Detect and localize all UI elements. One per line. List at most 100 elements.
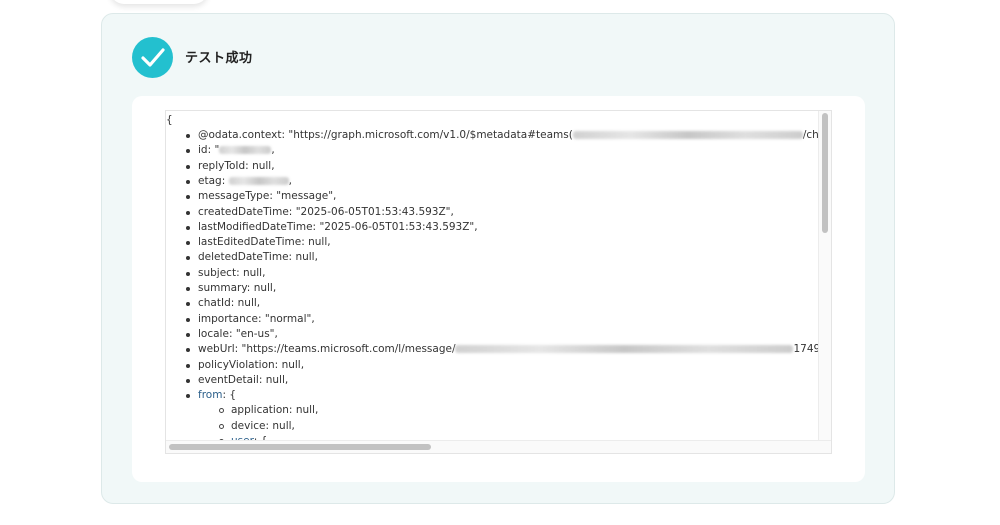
list-bullet xyxy=(186,134,190,138)
json-key: policyViolation xyxy=(198,358,275,371)
json-separator: : xyxy=(258,312,265,325)
json-line-locale: locale: "en-us", xyxy=(198,327,278,342)
list-bullet xyxy=(186,179,190,184)
json-line-lastmodifieddatetime: lastModifiedDateTime: "2025-06-05T01:53:… xyxy=(198,220,478,235)
json-value-tail: , xyxy=(288,174,292,187)
list-bullet xyxy=(186,378,190,383)
json-key: lastModifiedDateTime xyxy=(198,220,313,233)
json-line-createddatetime: createdDateTime: "2025-06-05T01:53:43.59… xyxy=(198,205,454,220)
json-value: null, xyxy=(295,251,318,264)
json-key: device xyxy=(231,419,266,432)
json-key: id xyxy=(198,144,208,157)
list-bullet xyxy=(186,256,190,261)
list-bullet xyxy=(186,164,190,169)
json-line-lastediteddatetime: lastEditedDateTime: null, xyxy=(198,235,331,250)
list-bullet xyxy=(186,149,190,154)
list-bullet xyxy=(186,241,190,246)
previous-step-tab xyxy=(110,0,208,4)
json-line-summary: summary: null, xyxy=(198,281,276,296)
json-key: importance xyxy=(198,312,258,325)
horizontal-scroll-thumb[interactable] xyxy=(169,444,431,450)
list-bullet xyxy=(186,195,190,200)
json-line-messagetype: messageType: "message", xyxy=(198,189,336,204)
json-value-tail: 17490 xyxy=(793,343,819,356)
json-line-eventdetail: eventDetail: null, xyxy=(198,373,288,388)
json-separator: : xyxy=(258,373,266,386)
vertical-scroll-thumb[interactable] xyxy=(822,113,828,233)
json-value: null, xyxy=(295,404,319,417)
json-key: webUrl xyxy=(198,343,235,356)
redacted-value xyxy=(219,146,272,155)
list-bullet xyxy=(186,348,190,353)
json-key: locale xyxy=(198,327,229,340)
json-key: summary xyxy=(198,282,247,294)
json-value-tail: , xyxy=(271,144,275,157)
redacted-value xyxy=(228,176,289,185)
json-value: null, xyxy=(308,236,331,249)
json-value: "normal", xyxy=(264,312,315,325)
json-line-importance: importance: "normal", xyxy=(198,312,315,327)
list-bullet xyxy=(186,287,190,291)
json-line-subject: subject: null, xyxy=(198,266,265,281)
json-value: null, xyxy=(242,266,266,279)
json-key: lastEditedDateTime xyxy=(198,236,302,249)
json-line-application: application: null, xyxy=(231,403,318,418)
list-bullet xyxy=(186,394,190,399)
list-bullet xyxy=(186,271,190,276)
json-line-policyviolation: policyViolation: null, xyxy=(198,358,304,373)
output-panel: { @odata.context: "https://graph.microso… xyxy=(132,96,865,482)
list-bullet xyxy=(186,332,190,337)
json-line-chatid: chatId: null, xyxy=(198,296,260,311)
json-line-etag: etag: , xyxy=(198,174,292,189)
list-bullet xyxy=(186,225,190,230)
json-separator: : xyxy=(288,404,296,417)
json-separator: : xyxy=(228,327,236,340)
horizontal-scrollbar[interactable] xyxy=(166,440,831,453)
json-separator: : xyxy=(230,297,238,310)
json-key: replyToId xyxy=(198,159,246,172)
json-key: application xyxy=(231,404,289,417)
json-separator: : xyxy=(246,282,254,294)
json-separator: : xyxy=(234,343,242,356)
list-bullet xyxy=(219,408,224,414)
check-icon xyxy=(132,37,173,78)
json-value: null, xyxy=(272,419,295,432)
json-separator: : xyxy=(288,205,296,218)
redacted-value xyxy=(572,131,803,139)
json-value-tail: /cha xyxy=(802,129,819,141)
json-key: createdDateTime xyxy=(198,205,289,218)
json-key: subject xyxy=(198,266,237,279)
json-line-from: from: { xyxy=(198,388,236,403)
json-line-weburl: webUrl: "https://teams.microsoft.com/l/m… xyxy=(198,342,819,357)
json-value: "message", xyxy=(276,190,337,203)
json-key[interactable]: from xyxy=(198,389,222,401)
list-bullet xyxy=(219,423,224,429)
json-value: null, xyxy=(237,297,261,310)
json-key: deletedDateTime xyxy=(198,251,289,264)
vertical-scrollbar[interactable] xyxy=(818,111,831,441)
json-separator: : xyxy=(274,358,282,371)
list-bullet xyxy=(186,363,190,368)
status-title: テスト成功 xyxy=(185,51,253,66)
json-value: "https://teams.microsoft.com/l/message/ xyxy=(241,343,456,356)
json-value: "2025-06-05T01:53:43.593Z", xyxy=(319,220,478,233)
json-value: { xyxy=(229,389,237,402)
json-value: null, xyxy=(281,358,305,371)
test-result-card: テスト成功 { @odata.context: "https://graph.m… xyxy=(101,13,895,504)
redacted-value xyxy=(455,345,794,354)
json-key: chatId xyxy=(198,297,231,310)
json-value: null, xyxy=(265,373,289,386)
json-value: null, xyxy=(252,159,275,172)
json-key: messageType xyxy=(198,190,270,203)
json-key: @odata.context xyxy=(198,129,282,141)
json-content: { @odata.context: "https://graph.microso… xyxy=(166,111,819,441)
json-value: "https://graph.microsoft.com/v1.0/$metad… xyxy=(288,129,573,141)
json-line-replytoid: replyToId: null, xyxy=(198,159,275,174)
list-bullet xyxy=(186,210,190,215)
list-bullet xyxy=(186,302,190,307)
json-key: eventDetail xyxy=(198,373,259,386)
list-bullet xyxy=(186,317,190,322)
json-viewer[interactable]: { @odata.context: "https://graph.microso… xyxy=(165,110,832,454)
json-line--odata-context: @odata.context: "https://graph.microsoft… xyxy=(198,128,819,143)
json-key: etag xyxy=(198,174,222,187)
